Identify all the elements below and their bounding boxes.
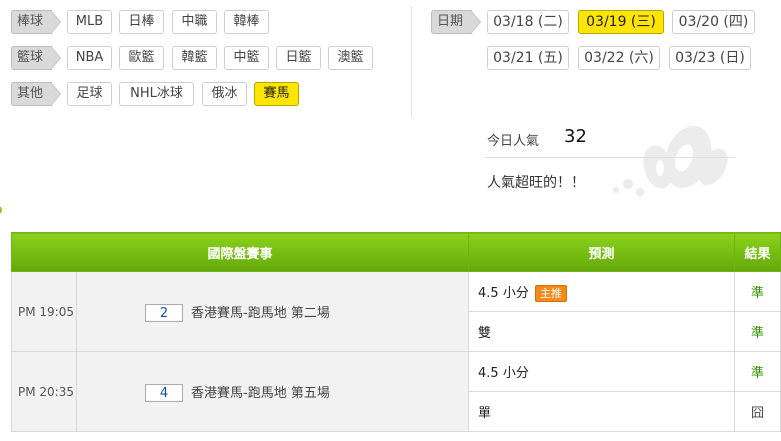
result-cell: 準: [734, 271, 781, 312]
filter-australia-basketball[interactable]: 澳籃: [328, 46, 373, 70]
match-name: 香港賽馬-跑馬地 第二場: [191, 305, 330, 321]
popularity-message: 人氣超旺的！！: [487, 175, 585, 191]
date-0323[interactable]: 03/23 (日): [669, 46, 751, 70]
result-cell: 囧: [734, 391, 781, 432]
popularity-count: 32: [564, 126, 587, 147]
table-header-row: 國際盤賽事 預測 結果: [10, 232, 781, 272]
prediction-cell: 4.5 小分 主推: [468, 271, 736, 312]
result-cell: 準: [734, 311, 781, 352]
predictions-table: 國際盤賽事 預測 結果 PM 19:05 2 香港賽馬-跑馬地 第二場 4.5 小…: [10, 232, 781, 432]
edge-marker: [0, 206, 2, 214]
popularity-divider: [485, 157, 735, 158]
header-event: 國際盤賽事: [10, 232, 470, 272]
filter-cpbl[interactable]: 中職: [172, 10, 217, 34]
popularity-label: 今日人氣: [487, 134, 540, 149]
table-row: PM 19:05 2 香港賽馬-跑馬地 第二場 4.5 小分 主推 準: [11, 271, 781, 352]
prediction-text: 雙: [478, 326, 492, 341]
date-0321[interactable]: 03/21 (五): [487, 46, 569, 70]
table-row: PM 20:35 4 香港賽馬-跑馬地 第五場 4.5 小分 準: [11, 351, 781, 432]
match-cell: 2 香港賽馬-跑馬地 第二場: [75, 271, 470, 352]
divider: [411, 6, 412, 116]
filter-nba[interactable]: NBA: [67, 46, 112, 70]
filter-japan-basketball[interactable]: 日籃: [276, 46, 321, 70]
filter-nhl-hockey[interactable]: NHL冰球: [119, 82, 194, 106]
prediction-cell: 雙: [468, 311, 736, 352]
date-0322[interactable]: 03/22 (六): [578, 46, 660, 70]
filter-japan-baseball[interactable]: 日棒: [119, 10, 164, 34]
header-prediction: 預測: [468, 232, 736, 272]
date-0318[interactable]: 03/18 (二): [487, 10, 569, 34]
filter-korea-baseball[interactable]: 韓棒: [224, 10, 269, 34]
prediction-text: 4.5 小分: [478, 366, 529, 381]
match-time: PM 20:35: [11, 351, 77, 432]
filter-russia-hockey[interactable]: 俄冰: [202, 82, 247, 106]
filter-horse-racing[interactable]: 賽馬: [254, 82, 299, 106]
prediction-cell: 4.5 小分: [468, 351, 736, 392]
filter-korea-basketball[interactable]: 韓籃: [172, 46, 217, 70]
category-basketball: 籃球: [11, 46, 62, 70]
date-0319[interactable]: 03/19 (三): [578, 10, 664, 34]
header-result: 結果: [734, 232, 781, 272]
featured-badge: 主推: [534, 284, 567, 302]
prediction-text: 4.5 小分: [478, 285, 529, 301]
prediction-text: 單: [478, 406, 492, 421]
result-cell: 準: [734, 351, 781, 392]
date-label: 日期: [431, 10, 482, 34]
filter-euro-basketball[interactable]: 歐籃: [119, 46, 164, 70]
match-name: 香港賽馬-跑馬地 第五場: [191, 385, 330, 401]
date-0320[interactable]: 03/20 (四): [672, 10, 755, 34]
filter-mlb[interactable]: MLB: [67, 10, 112, 34]
match-number: 2: [145, 303, 183, 322]
filter-china-basketball[interactable]: 中籃: [224, 46, 269, 70]
match-number: 4: [145, 383, 183, 402]
category-baseball: 棒球: [11, 10, 62, 34]
prediction-cell: 單: [468, 391, 736, 432]
match-cell: 4 香港賽馬-跑馬地 第五場: [75, 351, 470, 432]
match-time: PM 19:05: [11, 271, 77, 352]
filter-soccer[interactable]: 足球: [67, 82, 112, 106]
category-other: 其他: [11, 82, 62, 106]
